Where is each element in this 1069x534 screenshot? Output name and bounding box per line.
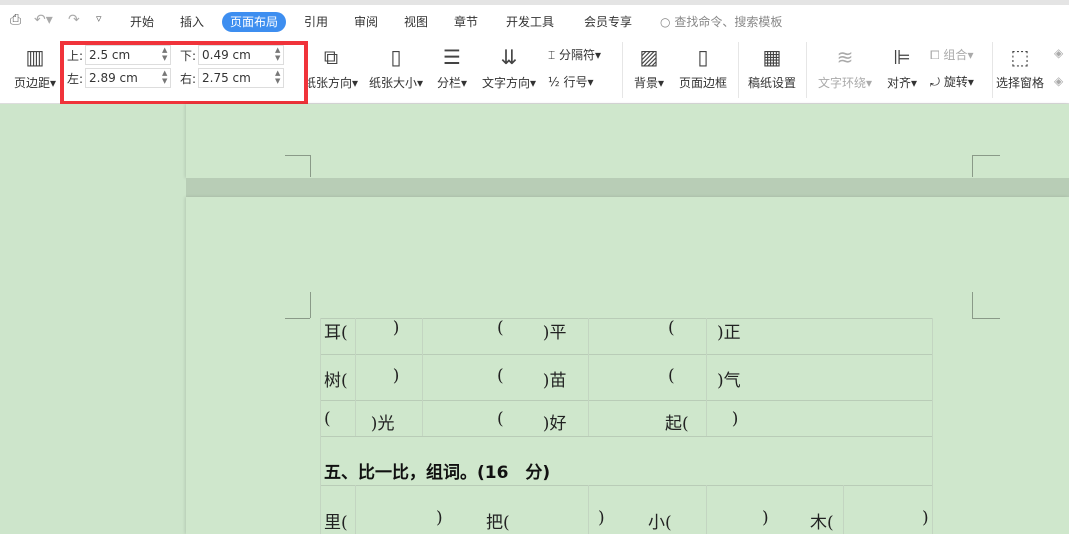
table-cell[interactable]: (: [497, 409, 504, 429]
title-strip: [0, 0, 1069, 5]
table-cell[interactable]: 起(: [665, 409, 689, 434]
table-cell[interactable]: )正: [717, 318, 741, 343]
table-cell[interactable]: ): [762, 508, 769, 528]
margins-icon: ▥: [25, 45, 45, 69]
table-cell[interactable]: ): [382, 318, 400, 338]
line-numbers-button[interactable]: ½ 行号▾: [548, 73, 594, 90]
rotate-icon: ⤾: [930, 75, 944, 89]
section-heading: 五、比一比，组词。(16 分): [324, 463, 551, 483]
align-icon: ⊫: [893, 45, 911, 69]
table-cell[interactable]: 小(: [648, 508, 672, 533]
table-cell[interactable]: ): [922, 508, 929, 528]
margins-highlight-box: [60, 41, 308, 105]
group-button[interactable]: ⧠ 组合▾: [930, 46, 973, 63]
customize-icon[interactable]: ▿: [96, 12, 102, 25]
table-cell[interactable]: )好: [532, 409, 567, 434]
orientation-button[interactable]: ⧉ 纸张方向▾: [300, 44, 362, 91]
manuscript-grid-icon: ▦: [762, 45, 782, 69]
page-2: [186, 197, 1069, 534]
tab-start[interactable]: 开始: [122, 12, 162, 32]
selection-pane-icon: ⬚: [1010, 45, 1030, 69]
table-cell[interactable]: 木(: [810, 508, 834, 533]
text-direction-button[interactable]: ⇊ 文字方向▾: [478, 44, 540, 91]
table-cell[interactable]: (: [497, 318, 504, 338]
tab-chapter[interactable]: 章节: [446, 12, 486, 32]
undo-icon[interactable]: ↶▾: [34, 12, 53, 28]
page-gap: [186, 178, 1069, 197]
table-cell[interactable]: ): [436, 508, 443, 528]
search-box[interactable]: ○ 查找命令、搜索模板: [660, 13, 782, 30]
line-numbers-icon: ½: [548, 75, 564, 89]
table-cell[interactable]: 树(: [324, 366, 348, 391]
table-cell[interactable]: (: [668, 366, 675, 386]
columns-icon: ☰: [443, 45, 461, 69]
table-cell[interactable]: ): [721, 409, 739, 429]
tab-page-layout[interactable]: 页面布局: [222, 12, 287, 32]
table-cell[interactable]: )苗: [532, 366, 567, 391]
table-cell[interactable]: )气: [717, 366, 741, 391]
table-cell[interactable]: (: [668, 318, 675, 338]
selection-pane-button[interactable]: ⬚ 选择窗格: [994, 44, 1046, 91]
table-cell[interactable]: 把(: [486, 508, 510, 533]
table-cell[interactable]: 耳(: [324, 318, 348, 343]
page-1: [186, 104, 1069, 178]
table-cell[interactable]: )平: [532, 318, 567, 343]
page-border-button[interactable]: ▯ 页面边框: [676, 44, 730, 91]
page-border-icon: ▯: [697, 45, 709, 69]
paper-size-icon: ▯: [390, 45, 402, 69]
wrap-text-icon: ≋: [836, 45, 854, 69]
table-cell[interactable]: ): [598, 508, 605, 528]
background-icon: ▨: [639, 45, 659, 69]
orientation-icon: ⧉: [323, 45, 339, 69]
table-cell[interactable]: (: [324, 409, 331, 429]
tab-developer[interactable]: 开发工具: [498, 12, 562, 32]
margins-button[interactable]: ▥ 页边距▾: [10, 44, 60, 91]
text-direction-icon: ⇊: [500, 45, 518, 69]
align-button[interactable]: ⊫ 对齐▾: [882, 44, 922, 91]
print-preview-icon[interactable]: ⎙: [10, 12, 21, 28]
table-cell[interactable]: (: [497, 366, 504, 386]
table-cell[interactable]: )光: [360, 409, 395, 434]
layer-icon[interactable]: ◈ ◈: [1054, 46, 1063, 88]
breaks-icon: ⌶: [548, 48, 560, 62]
paper-size-button[interactable]: ▯ 纸张大小▾: [366, 44, 426, 91]
group-icon: ⧠: [930, 48, 944, 62]
tab-insert[interactable]: 插入: [172, 12, 212, 32]
breaks-button[interactable]: ⌶ 分隔符▾: [548, 46, 601, 63]
tab-view[interactable]: 视图: [396, 12, 436, 32]
rotate-button[interactable]: ⤾ 旋转▾: [930, 73, 974, 90]
background-button[interactable]: ▨ 背景▾: [630, 44, 668, 91]
search-placeholder: 查找命令、搜索模板: [674, 15, 783, 29]
wrap-text-button[interactable]: ≋ 文字环绕▾: [814, 44, 876, 91]
table-cell[interactable]: ): [382, 366, 400, 386]
columns-button[interactable]: ☰ 分栏▾: [433, 44, 471, 91]
tab-references[interactable]: 引用: [296, 12, 336, 32]
search-icon: ○: [660, 15, 671, 29]
manuscript-button[interactable]: ▦ 稿纸设置: [744, 44, 800, 91]
tab-membership[interactable]: 会员专享: [576, 12, 640, 32]
tab-review[interactable]: 审阅: [346, 12, 386, 32]
redo-icon[interactable]: ↷: [68, 12, 80, 28]
table-cell[interactable]: 里(: [324, 508, 348, 533]
